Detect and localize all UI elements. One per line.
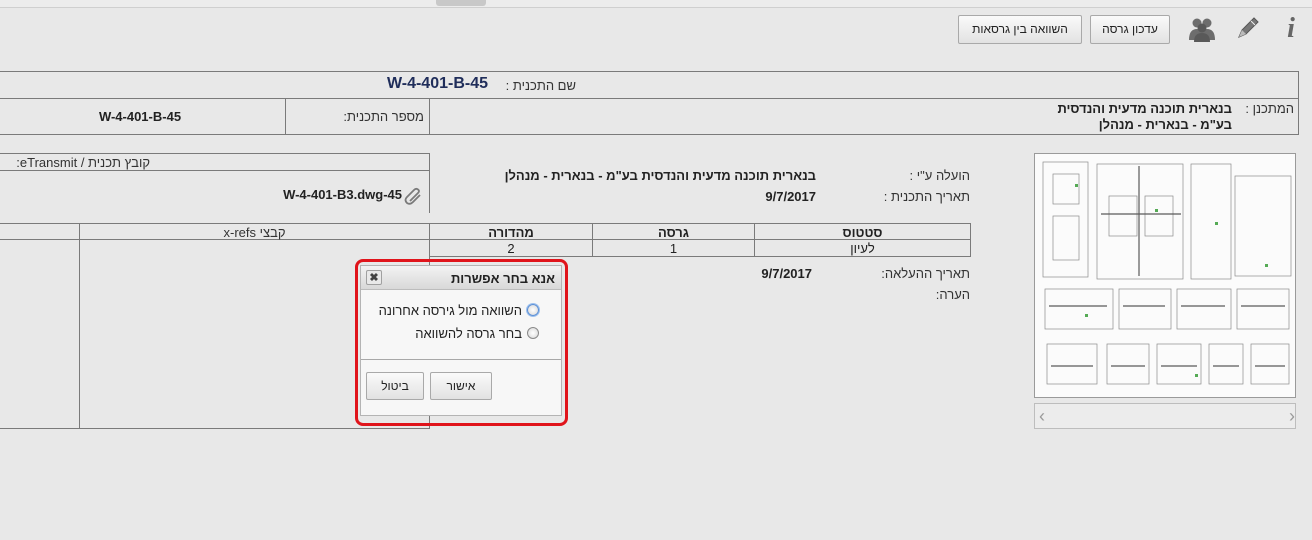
drawing-thumbnail[interactable] — [1034, 153, 1296, 398]
upload-date-label: תאריך ההעלאה: — [881, 266, 970, 281]
table-border — [1298, 71, 1299, 135]
paperclip-icon — [404, 186, 424, 206]
file-section-header: קובץ תכנית / eTransmit: — [16, 155, 150, 170]
thumbnail-pager: ‹ › — [1034, 403, 1296, 429]
plan-name-label: שם התכנית : — [505, 78, 576, 93]
versions-header-edition: מהדורה — [488, 225, 534, 240]
planner-value-line1: בנארית תוכנה מדעית והנדסית — [1057, 101, 1232, 116]
top-strip — [0, 0, 1312, 8]
versions-cell-status: לעיון — [850, 241, 875, 256]
plan-date-value: 9/7/2017 — [765, 189, 816, 204]
table-border — [0, 428, 430, 429]
versions-cell-edition: 2 — [507, 241, 515, 256]
highlight-frame — [355, 259, 568, 426]
table-border — [429, 153, 430, 213]
pencil-icon[interactable] — [1234, 14, 1262, 42]
plan-number-label: מספר התכנית: — [343, 109, 424, 124]
versions-cell-version: 1 — [669, 241, 678, 256]
table-border — [970, 223, 971, 257]
table-border — [429, 98, 430, 135]
table-border — [0, 98, 1299, 99]
plan-number-value: 45-W-4-401-B — [98, 109, 182, 124]
upload-date-value: 9/7/2017 — [761, 266, 812, 281]
uploaded-by-value: בנארית תוכנה מדעית והנדסית בע"מ - בנארית… — [504, 168, 816, 183]
table-border — [79, 223, 80, 429]
chevron-right-icon[interactable]: › — [1279, 406, 1295, 426]
plan-date-label: תאריך התכנית : — [883, 189, 970, 204]
info-icon[interactable]: i — [1280, 14, 1302, 44]
chevron-left-icon[interactable]: ‹ — [1039, 406, 1055, 426]
update-version-button[interactable]: עדכון גרסה — [1090, 15, 1170, 44]
plan-name-value: W-4-401-B-45 — [386, 75, 488, 92]
table-border — [0, 170, 430, 171]
versions-header-version: גרסה — [657, 225, 690, 240]
table-border — [0, 223, 971, 224]
users-icon[interactable] — [1186, 16, 1218, 44]
resize-grip[interactable] — [436, 0, 486, 6]
table-border — [285, 98, 286, 135]
note-label: הערה: — [935, 287, 970, 302]
table-border — [0, 153, 430, 154]
xrefs-header: קבצי x-refs — [223, 225, 286, 240]
table-border — [430, 256, 971, 257]
planner-value-line2: בע"מ - בנארית - מנהלן — [1098, 117, 1232, 132]
drawing-preview-image — [1035, 154, 1295, 397]
file-link[interactable]: W-4-401-B3.dwg-45 — [268, 186, 426, 206]
table-border — [0, 134, 1299, 135]
uploaded-by-label: הועלה ע"י : — [909, 168, 970, 183]
table-border — [0, 71, 1299, 72]
file-name[interactable]: W-4-401-B3.dwg-45 — [268, 187, 402, 202]
planner-label: המתכנן : — [1245, 101, 1294, 116]
versions-header-status: סטטוס — [842, 225, 883, 240]
compare-versions-button[interactable]: השוואה בין גרסאות — [958, 15, 1082, 44]
